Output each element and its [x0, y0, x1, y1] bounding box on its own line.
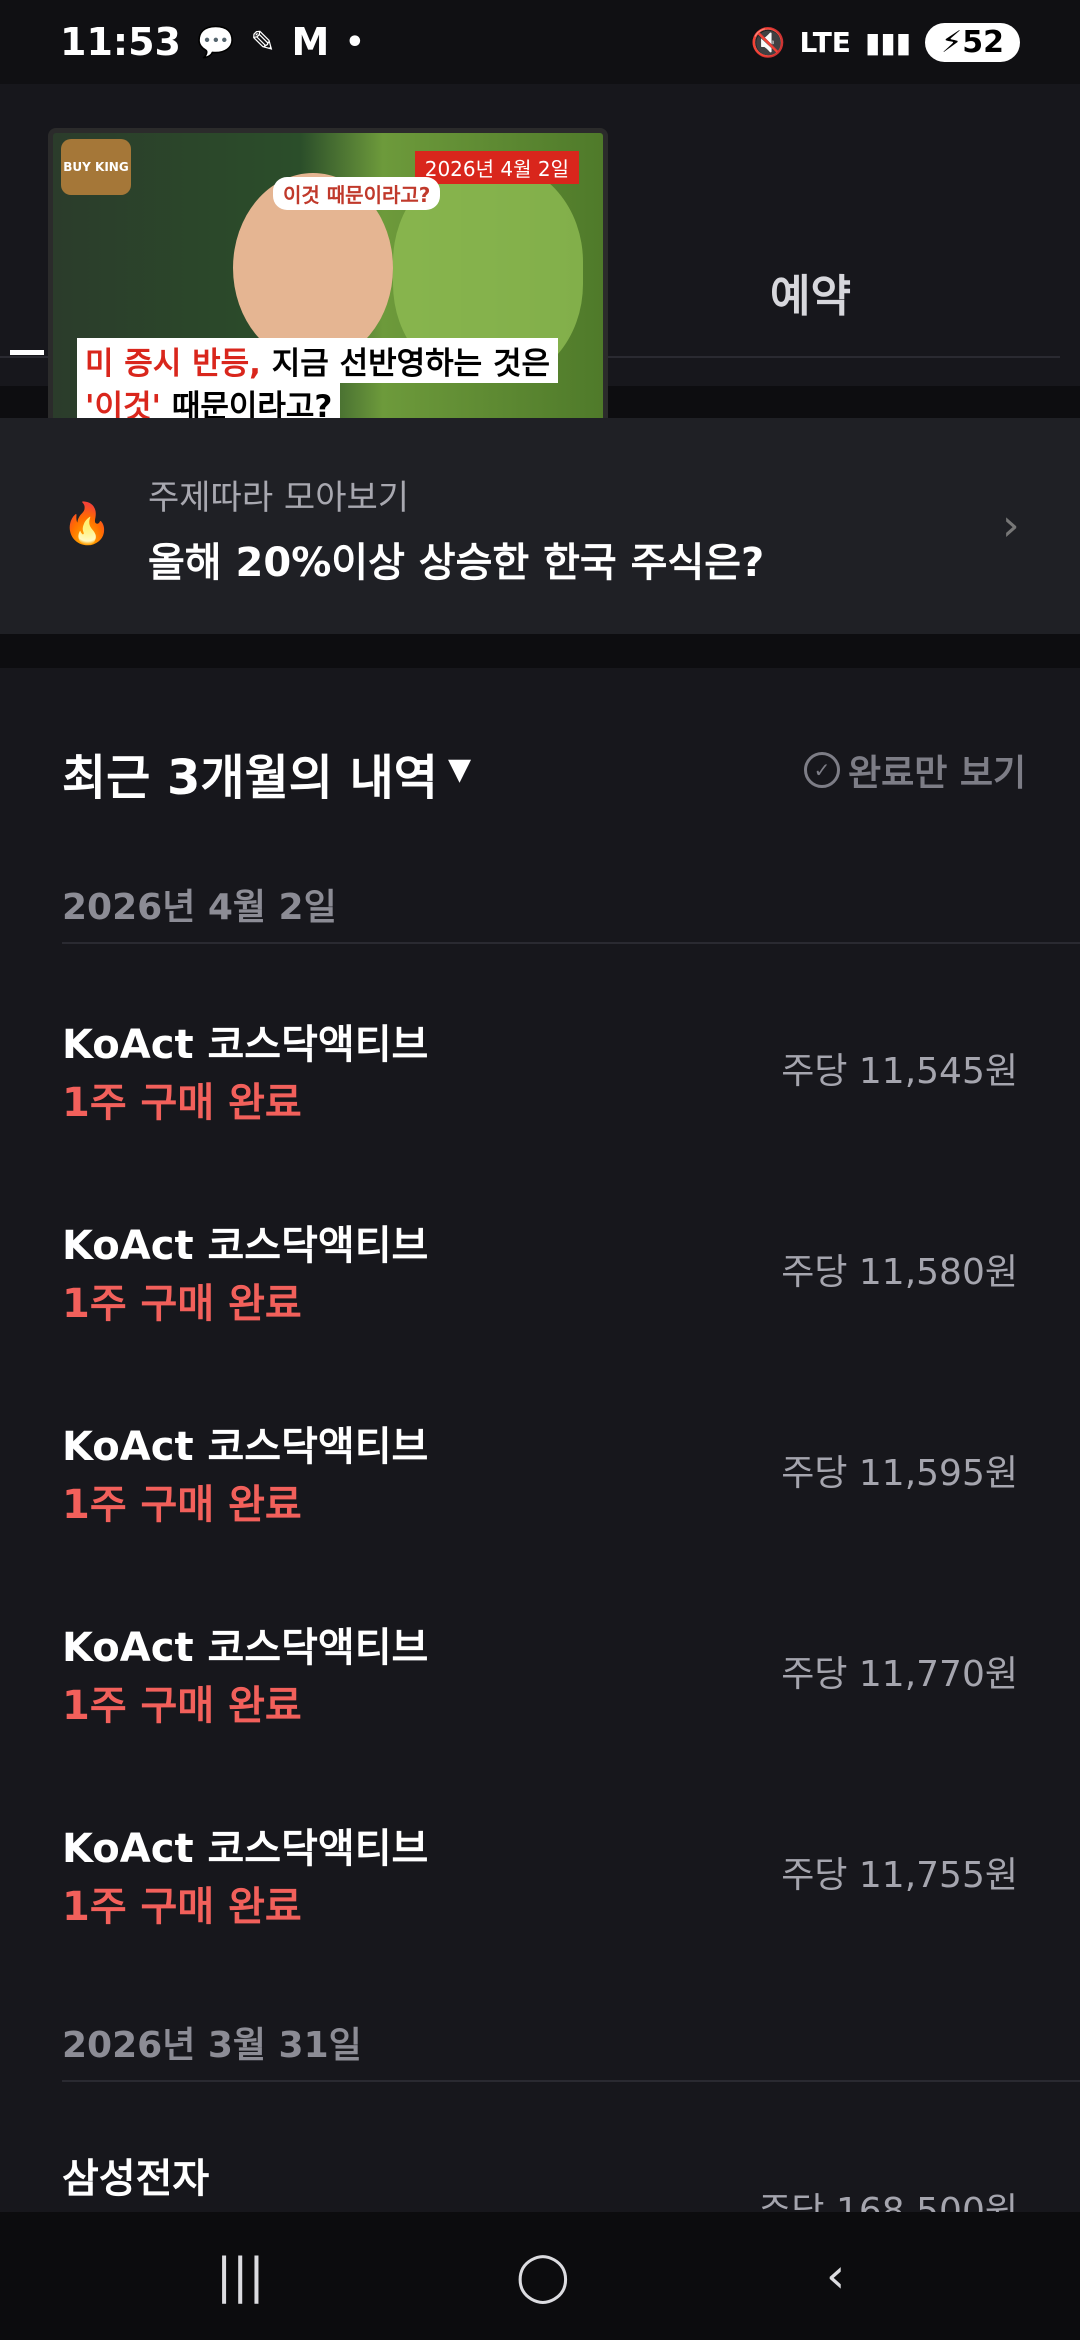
- filter-label: 완료만 보기: [848, 753, 1027, 794]
- unit-price: 주당 11,755원: [781, 1855, 1018, 1896]
- chevron-right-icon[interactable]: ›: [1002, 500, 1020, 551]
- theme-title[interactable]: 올해 20%이상 상승한 한국 주식은?: [148, 530, 764, 588]
- divider: [62, 2080, 1080, 2082]
- stock-name: KoAct 코스닥액티브: [62, 1223, 429, 1269]
- network-label: LTE: [799, 25, 851, 59]
- clock: 11:53: [60, 20, 181, 64]
- order-status: 1주 구매 완료: [62, 1884, 302, 1930]
- caption-highlight: 미 증시 반등,: [85, 346, 261, 382]
- video-pip[interactable]: BUY KING 2026년 4월 2일 이것 때문이라고? 미 증시 반등, …: [48, 128, 608, 446]
- unit-price: 주당 11,595원: [781, 1453, 1018, 1494]
- stock-name: 삼성전자: [62, 2156, 210, 2202]
- system-nav-bar: ||| ◯ ‹: [0, 2212, 1080, 2340]
- caption-text: 지금 선반영하는 것은: [260, 346, 551, 382]
- transaction-row[interactable]: KoAct 코스닥액티브 1주 구매 완료 주당 11,580원: [0, 1213, 1080, 1383]
- theme-label: 주제따라 모아보기: [148, 478, 410, 518]
- back-icon[interactable]: ‹: [826, 2248, 845, 2304]
- unit-price: 주당 11,545원: [781, 1051, 1018, 1092]
- theme-card[interactable]: [0, 418, 1080, 634]
- check-circle-icon: ✓: [804, 752, 840, 788]
- talk-icon: 💬: [196, 24, 235, 60]
- transaction-row[interactable]: KoAct 코스닥액티브 1주 구매 완료 주당 11,755원: [0, 1816, 1080, 1986]
- transaction-row[interactable]: KoAct 코스닥액티브 1주 구매 완료 주당 11,595원: [0, 1414, 1080, 1584]
- completed-only-filter[interactable]: ✓ 완료만 보기: [804, 744, 1026, 796]
- stock-name: KoAct 코스닥액티브: [62, 1625, 429, 1671]
- signal-icon: ▮▮▮: [864, 25, 912, 59]
- order-status: 1주 구매 완료: [62, 1281, 302, 1327]
- recent-apps-icon[interactable]: |||: [216, 2248, 265, 2304]
- transaction-row[interactable]: KoAct 코스닥액티브 1주 구매 완료 주당 11,545원: [0, 1012, 1080, 1182]
- battery-level: 52: [962, 24, 1004, 60]
- date-header: 2026년 4월 2일: [62, 887, 337, 928]
- order-status: 1주 구매 완료: [62, 1683, 302, 1729]
- date-header: 2026년 3월 31일: [62, 2025, 362, 2066]
- status-bar: 11:53 💬 ✎ M • 🔇 LTE ▮▮▮ ⚡52: [0, 0, 1080, 84]
- divider: [62, 942, 1080, 944]
- stock-name: KoAct 코스닥액티브: [62, 1826, 429, 1872]
- home-icon[interactable]: ◯: [516, 2248, 570, 2304]
- history-title[interactable]: 최근 3개월의 내역: [62, 738, 438, 808]
- video-date: 2026년 4월 2일: [414, 151, 579, 184]
- m-icon: M: [291, 20, 330, 64]
- order-status: 1주 구매 완료: [62, 1080, 302, 1126]
- fire-icon: 🔥: [62, 501, 112, 547]
- tab-active-indicator: [10, 350, 44, 355]
- section-separator: [0, 634, 1080, 668]
- pen-icon: ✎: [250, 24, 276, 60]
- stock-name: KoAct 코스닥액티브: [62, 1424, 429, 1470]
- mute-icon: 🔇: [750, 25, 786, 59]
- caret-down-icon[interactable]: ▼: [448, 752, 471, 787]
- battery-indicator: ⚡52: [925, 22, 1020, 62]
- stock-name: KoAct 코스닥액티브: [62, 1022, 429, 1068]
- order-status: 1주 구매 완료: [62, 1482, 302, 1528]
- unit-price: 주당 11,770원: [781, 1654, 1018, 1695]
- tab-reserve[interactable]: 예약: [770, 260, 851, 324]
- transaction-row[interactable]: KoAct 코스닥액티브 1주 구매 완료 주당 11,770원: [0, 1615, 1080, 1785]
- video-bubble: 이것 때문이라고?: [273, 177, 441, 210]
- dot-icon: •: [345, 24, 365, 60]
- channel-logo: BUY KING: [61, 139, 131, 195]
- unit-price: 주당 11,580원: [781, 1252, 1018, 1293]
- video-caption-line1: 미 증시 반등, 지금 선반영하는 것은: [77, 338, 559, 383]
